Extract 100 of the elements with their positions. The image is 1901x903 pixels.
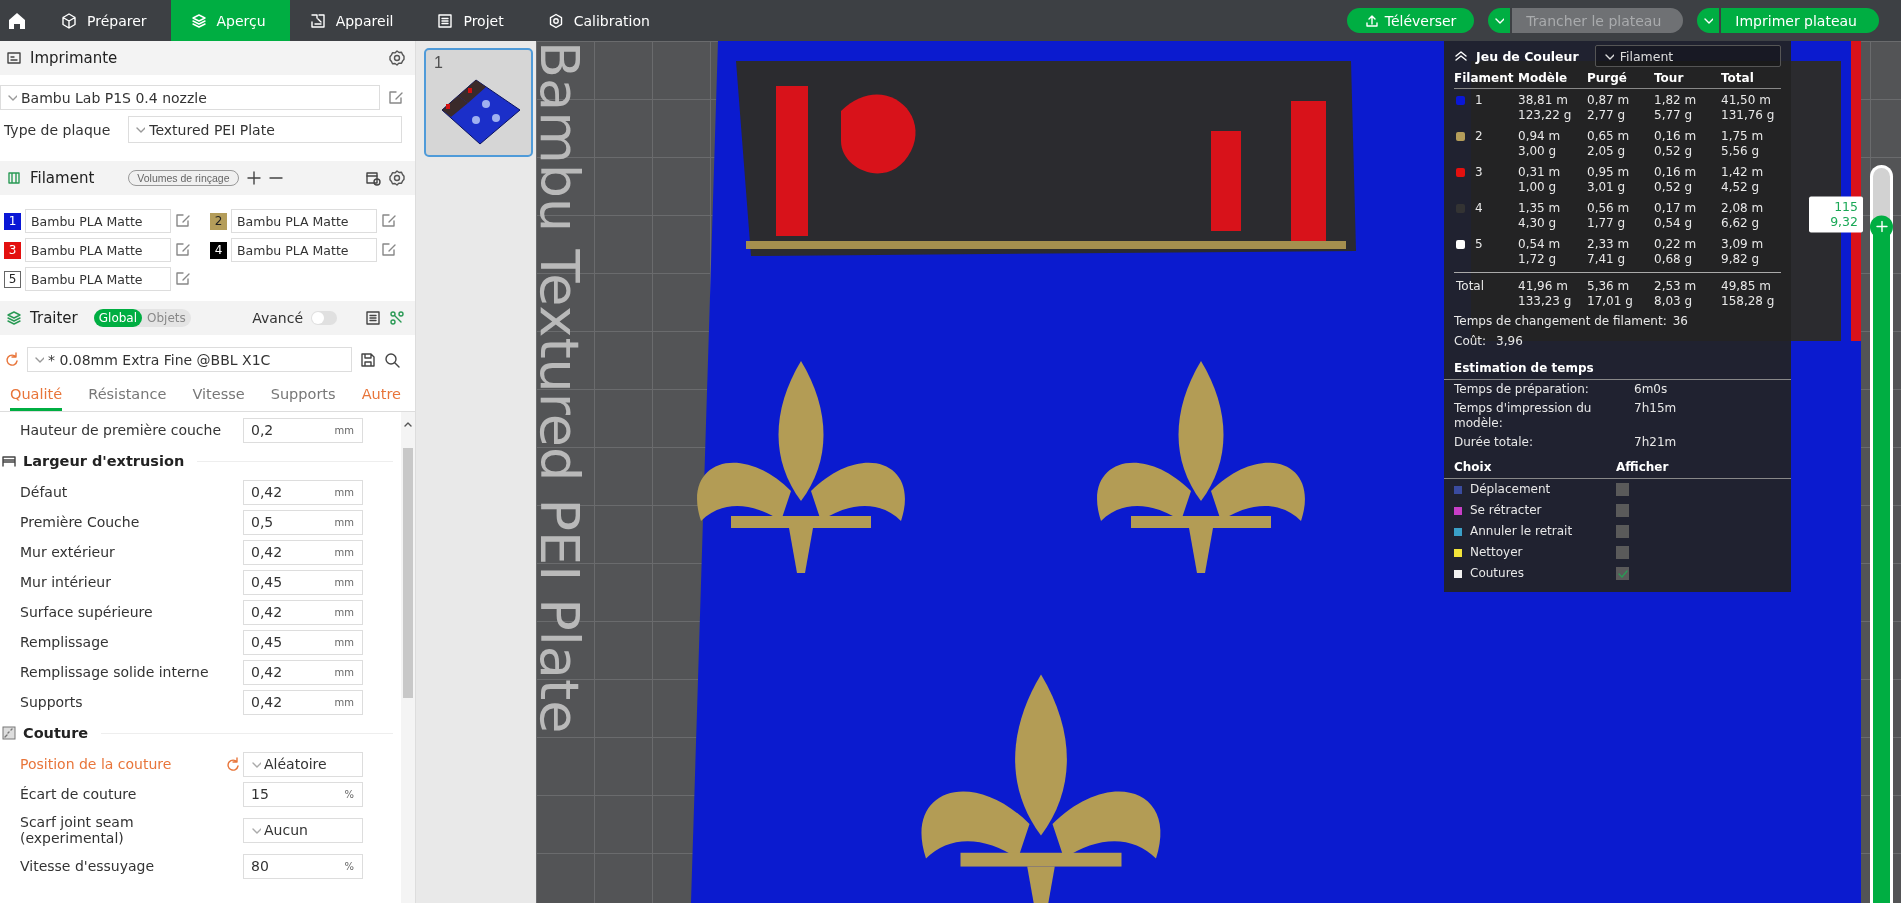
table-cell-text: 5,36 m (1587, 279, 1631, 294)
edit-icon[interactable] (381, 242, 397, 258)
number-field[interactable]: 0,42 mm (243, 689, 363, 715)
table-cell-text: 41,96 m (1518, 279, 1569, 294)
nav-tab[interactable]: Calibration (527, 0, 674, 41)
option-label: Nettoyer (1470, 544, 1523, 561)
number-field[interactable]: 0,5 mm (243, 509, 363, 535)
number-field[interactable]: 0,42 mm (243, 479, 363, 505)
layer-height: 9,32 (1829, 214, 1858, 230)
edit-icon[interactable] (175, 213, 191, 229)
nodes-icon[interactable] (389, 310, 405, 326)
number-field[interactable]: 0,45 mm (243, 629, 363, 655)
plate-thumbnail[interactable]: 1 (424, 48, 533, 157)
table-cell-text: 0,54 g (1654, 216, 1694, 231)
nav-tab[interactable]: Appareil (289, 0, 418, 41)
view-type-select[interactable]: Filament (1594, 45, 1781, 67)
material-preset-field[interactable]: Bambu PLA Matte (25, 238, 171, 262)
material-preset-field[interactable]: Bambu PLA Matte (231, 238, 377, 262)
table-cell-text: 1,77 g (1587, 216, 1627, 231)
table-cell-text: 1,75 m (1721, 129, 1765, 144)
checkbox[interactable] (1616, 483, 1629, 496)
reset-icon[interactable] (225, 757, 239, 771)
plate-type-select[interactable]: Textured PEI Plate (128, 116, 403, 143)
filament-number: 5 (4, 270, 21, 288)
settings-icon[interactable] (389, 170, 405, 186)
column-header: Purgé (1587, 67, 1654, 89)
table-cell-text: 1,00 g (1518, 180, 1558, 195)
cube-icon (61, 12, 77, 29)
scrollbar[interactable] (401, 412, 415, 903)
dropdown-button[interactable] (1697, 8, 1720, 33)
reset-icon[interactable] (4, 352, 19, 367)
unit-label: mm (334, 486, 354, 498)
checkbox[interactable] (1616, 504, 1629, 517)
checkbox[interactable] (1616, 525, 1629, 538)
stat-label: Coût: (1454, 334, 1487, 349)
collapse-icon[interactable] (1454, 49, 1468, 63)
number-field[interactable]: 15 % (243, 781, 363, 807)
search-icon[interactable] (384, 351, 400, 368)
option-label: Coutures (1470, 565, 1524, 582)
table-cell: 2 (1475, 129, 1483, 144)
dropdown-field[interactable]: Aléatoire (243, 751, 363, 777)
setting-label: Défaut (20, 484, 69, 500)
hexagon-icon (547, 12, 564, 29)
width-icon (2, 454, 16, 468)
checkbox[interactable] (1616, 567, 1629, 580)
table-cell-text: 0,94 m (1518, 129, 1562, 144)
table-cell-text: 6,62 g (1721, 216, 1761, 231)
settings-tab[interactable]: Supports (270, 382, 336, 411)
edit-icon[interactable] (175, 271, 191, 287)
stat-value: 3,96 (1496, 334, 1523, 349)
nav-tab[interactable]: Projet (417, 0, 528, 41)
stat-value: 36 (1672, 314, 1688, 329)
layer-slider[interactable] (1873, 168, 1890, 903)
stat-value: 7h21m (1634, 435, 1678, 450)
settings-icon[interactable] (389, 50, 405, 66)
table-cell-text: 0,22 m (1654, 237, 1698, 252)
edit-icon[interactable] (175, 242, 191, 258)
add-icon[interactable] (246, 171, 261, 185)
chevron-up-icon[interactable] (403, 420, 413, 428)
table-cell-text: 3,01 g (1587, 180, 1627, 195)
number-field[interactable]: 0,2 mm (243, 417, 363, 443)
setting-label: Vitesse d'essuyage (20, 858, 156, 874)
printer-select[interactable]: Bambu Lab P1S 0.4 nozzle (0, 85, 380, 110)
edit-icon[interactable] (381, 213, 397, 229)
layer-number: 115 (1833, 199, 1858, 215)
number-field[interactable]: 0,42 mm (243, 539, 363, 565)
material-preset-field[interactable]: Bambu PLA Matte (25, 267, 171, 291)
layers-icon (190, 12, 207, 29)
setting-label: Mur extérieur (20, 544, 116, 560)
column-header: Modèle (1518, 67, 1587, 89)
checkbox[interactable] (1616, 546, 1629, 559)
edit-icon[interactable] (388, 89, 404, 106)
list-icon[interactable] (365, 310, 381, 326)
group-title: Couture (23, 725, 89, 741)
material-preset-field[interactable]: Bambu PLA Matte (25, 209, 171, 233)
number-field[interactable]: 0,45 mm (243, 569, 363, 595)
table-cell: 3 (1475, 165, 1483, 180)
unit-label: mm (334, 606, 354, 618)
unit-label: mm (334, 696, 354, 708)
table-cell-text: 1,72 g (1518, 252, 1558, 267)
dropdown-field[interactable]: Aucun (243, 817, 363, 843)
number-field[interactable]: 80 % (243, 853, 363, 879)
home-icon[interactable] (7, 10, 27, 31)
settings-tab[interactable]: Résistance (88, 382, 167, 411)
table-cell-text: 2,05 g (1587, 144, 1627, 159)
process-preset-select[interactable]: * 0.08mm Extra Fine @BBL X1C (27, 347, 352, 372)
material-preset-field[interactable]: Bambu PLA Matte (231, 209, 377, 233)
dropdown-button[interactable] (1488, 8, 1511, 33)
table-cell-text: 0,17 m (1654, 201, 1698, 216)
flush-volumes-button[interactable]: Volumes de rinçage (128, 170, 239, 186)
table-cell-text: 0,65 m (1587, 129, 1631, 144)
setting-label: Écart de couture (20, 786, 138, 802)
number-field[interactable]: 0,42 mm (243, 599, 363, 625)
number-field[interactable]: 0,42 mm (243, 659, 363, 685)
save-icon[interactable] (360, 351, 376, 368)
stat-label: Temps d'impression du modèle: (1454, 401, 1593, 431)
advanced-toggle[interactable] (311, 311, 337, 325)
nav-tab[interactable]: Préparer (41, 0, 171, 41)
setting-label: Hauteur de première couche (20, 422, 223, 438)
settings-tab[interactable]: Vitesse (192, 382, 245, 411)
